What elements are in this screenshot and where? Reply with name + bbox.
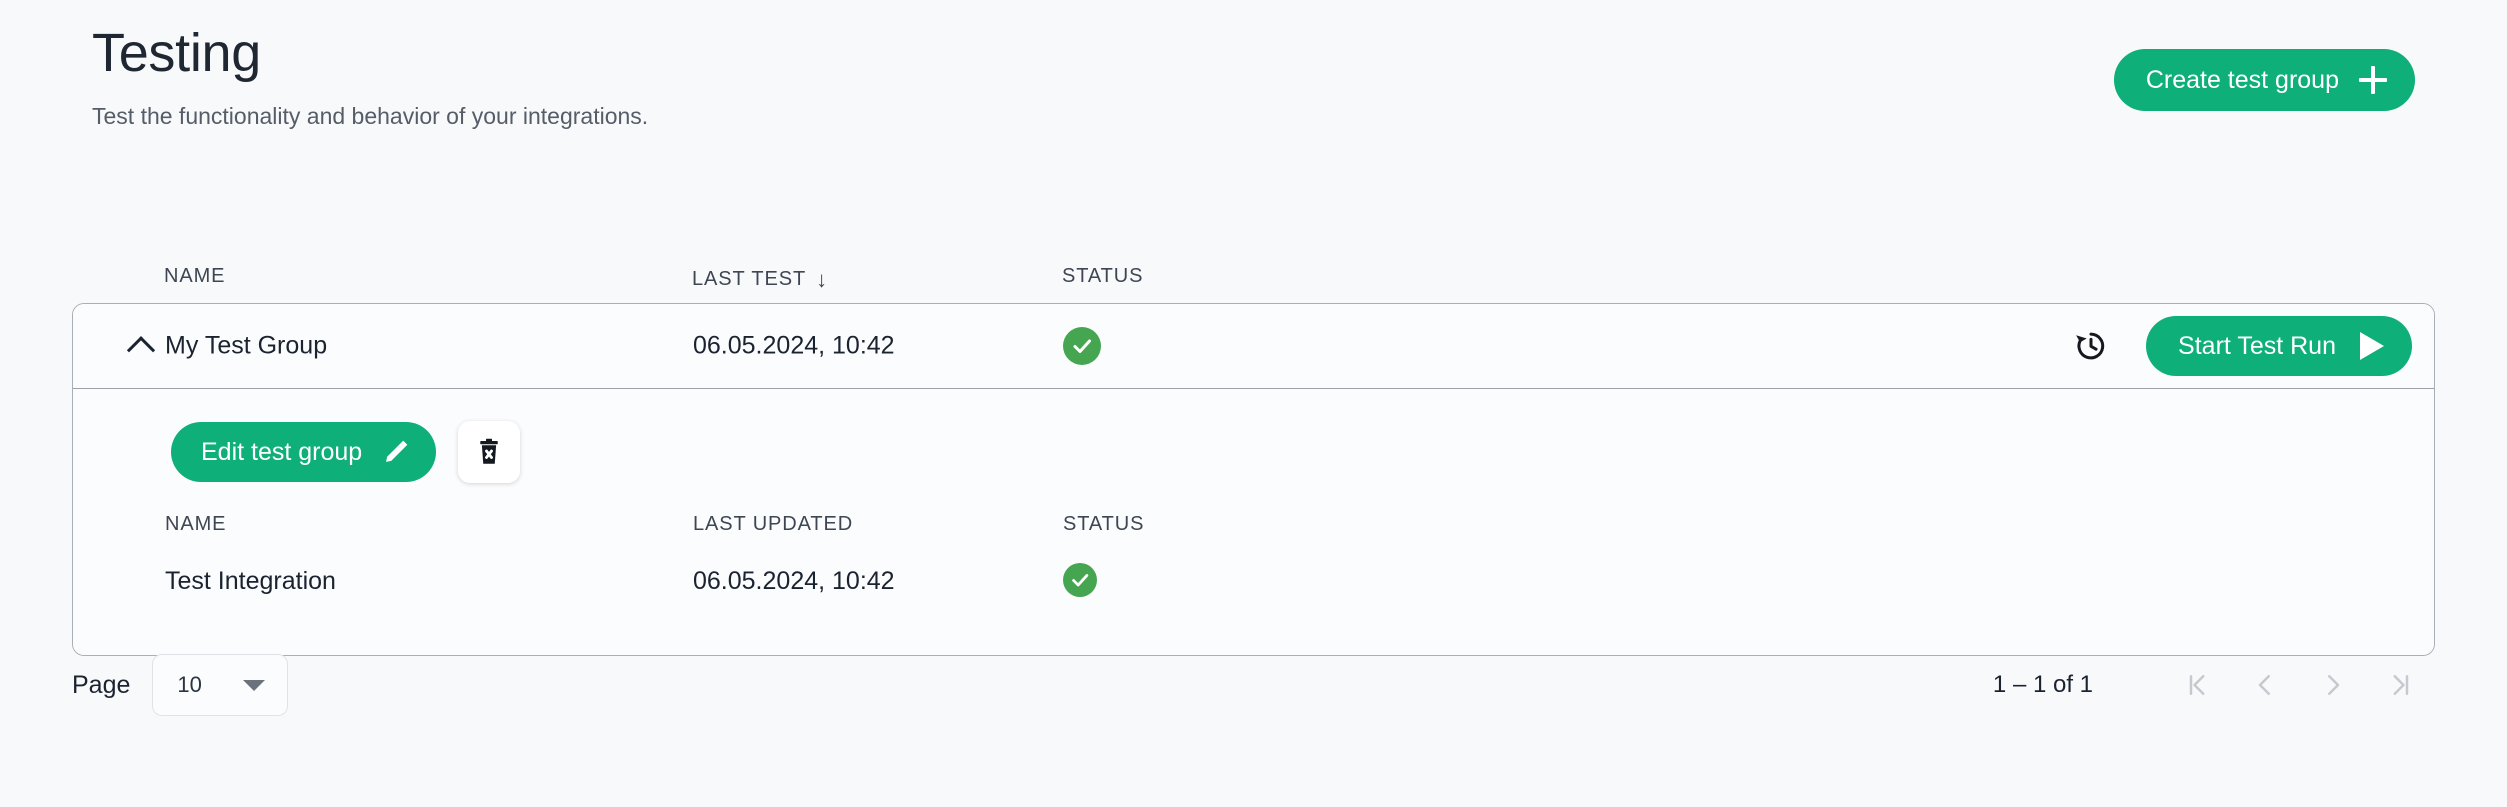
pagination-range: 1 – 1 of 1 (1992, 671, 2093, 698)
inner-column-header-last-updated: LAST UPDATED (693, 513, 854, 535)
list-item[interactable]: Test Integration 06.05.2024, 10:42 (73, 549, 2434, 615)
detail-actions: Edit test group (73, 421, 2434, 483)
plus-icon (2359, 66, 2387, 94)
testing-page: Testing Test the functionality and behav… (0, 0, 2507, 807)
column-header-last-test[interactable]: LAST TEST ↓ (692, 265, 828, 292)
previous-page-button[interactable] (2231, 655, 2299, 715)
chevron-up-icon (126, 336, 156, 365)
pagination-right: 1 – 1 of 1 (1993, 655, 2435, 715)
inner-column-header-name: NAME (165, 513, 227, 535)
column-header-status[interactable]: STATUS (1062, 265, 1143, 288)
arrow-down-icon: ↓ (816, 267, 828, 292)
table-header-row: NAME LAST TEST ↓ STATUS (72, 255, 2435, 303)
inner-column-header-status: STATUS (1063, 513, 1145, 535)
check-circle-icon (1073, 339, 1091, 353)
page-title: Testing (92, 23, 261, 83)
status-badge (1063, 327, 1101, 365)
test-group-last-test: 06.05.2024, 10:42 (693, 331, 895, 360)
test-group-name: My Test Group (165, 331, 328, 360)
play-icon (2360, 332, 2384, 360)
last-page-icon (2393, 675, 2409, 695)
history-icon (2076, 332, 2105, 360)
first-page-icon (2189, 675, 2205, 695)
column-header-name[interactable]: NAME (164, 265, 225, 288)
page-subtitle: Test the functionality and behavior of y… (92, 103, 649, 129)
first-page-button[interactable] (2163, 655, 2231, 715)
previous-page-icon (2258, 675, 2270, 695)
next-page-button[interactable] (2299, 655, 2367, 715)
edit-test-group-label: Edit test group (201, 437, 363, 466)
next-page-icon (2328, 675, 2340, 695)
page-size-value: 10 (177, 672, 202, 697)
page-size-select[interactable]: 10 (152, 654, 289, 716)
pagination-left: Page 10 (72, 654, 289, 716)
start-test-run-label: Start Test Run (2178, 331, 2336, 360)
column-header-last-test-label: LAST TEST (692, 268, 807, 290)
pencil-icon (386, 440, 408, 462)
start-test-run-button[interactable]: Start Test Run (2146, 316, 2412, 376)
integrations-header-row: NAME LAST UPDATED STATUS (73, 509, 2434, 549)
integrations-table: NAME LAST UPDATED STATUS Test Integratio… (73, 509, 2434, 629)
trash-delete-icon (480, 438, 498, 464)
integration-last-updated: 06.05.2024, 10:42 (693, 567, 895, 595)
pagination-bar: Page 10 1 – 1 of 1 (72, 650, 2435, 720)
last-page-button[interactable] (2367, 655, 2435, 715)
page-size-label: Page (72, 670, 131, 699)
test-group-detail-panel: Edit test group NAME LAST UPDATED STATUS… (73, 389, 2434, 655)
delete-test-group-button[interactable] (458, 421, 521, 483)
row-actions: Start Test Run (2068, 316, 2412, 376)
expand-collapse-button[interactable] (119, 324, 163, 368)
test-groups-table: NAME LAST TEST ↓ STATUS My Test Group 06.… (72, 255, 2435, 656)
test-history-button[interactable] (2068, 323, 2114, 369)
table-row[interactable]: My Test Group 06.05.2024, 10:42 Start Te… (73, 304, 2434, 389)
edit-test-group-button[interactable]: Edit test group (171, 422, 437, 482)
create-test-group-button[interactable]: Create test group (2113, 49, 2415, 111)
create-test-group-label: Create test group (2145, 65, 2339, 94)
test-group-card: My Test Group 06.05.2024, 10:42 Start Te… (72, 303, 2435, 656)
page-header: Testing Test the functionality and behav… (92, 22, 2415, 142)
integration-name: Test Integration (165, 567, 336, 595)
check-circle-icon (1072, 574, 1089, 587)
integration-status-badge (1063, 563, 1097, 597)
chevron-down-icon (243, 679, 266, 691)
